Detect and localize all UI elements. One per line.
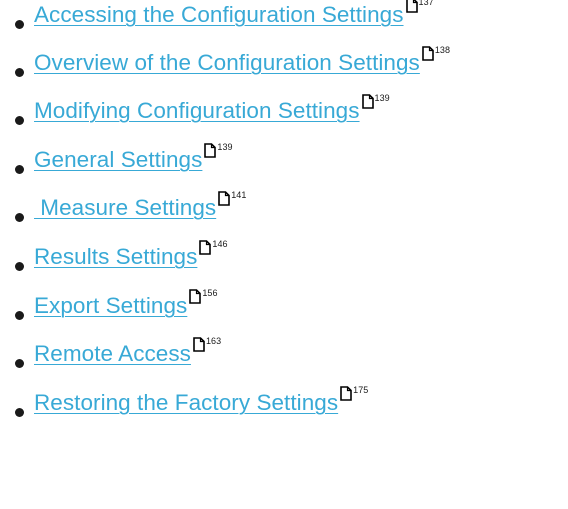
bullet — [15, 20, 24, 29]
page-icon — [340, 386, 352, 401]
bullet — [15, 311, 24, 320]
toc-link-label[interactable]: Accessing the Configuration Settings — [34, 2, 404, 27]
page-ref: 175 — [340, 386, 368, 401]
page-icon — [405, 0, 418, 13]
toc-link-label[interactable]: Measure Settings — [34, 195, 216, 220]
page-icon — [193, 337, 205, 352]
toc-link-label[interactable]: Export Settings — [34, 293, 187, 318]
page-icon — [189, 289, 202, 304]
page-icon — [204, 143, 217, 158]
page-number: 175 — [353, 385, 369, 395]
toc-link[interactable]: Measure Settings 141 — [34, 191, 246, 221]
page-number: 163 — [205, 336, 222, 346]
page-number: 141 — [231, 190, 247, 200]
page-ref: 156 — [189, 289, 217, 304]
bullet — [15, 408, 24, 417]
toc-link-label[interactable]: Modifying Configuration Settings — [34, 98, 360, 123]
bullet — [15, 116, 24, 125]
page-icon — [361, 94, 374, 109]
toc-link[interactable]: Accessing the Configuration Settings 137 — [34, 0, 434, 28]
toc-link[interactable]: Overview of the Configuration Settings 13… — [34, 46, 450, 76]
page-ref: 139 — [204, 142, 233, 158]
page-icon — [422, 46, 434, 61]
bullet — [15, 359, 24, 368]
toc-link-label[interactable]: General Settings — [34, 147, 202, 172]
toc-link[interactable]: Remote Access 163 — [34, 337, 221, 367]
toc-link-label[interactable]: Overview of the Configuration Settings — [34, 50, 420, 75]
page-number: 139 — [217, 142, 233, 152]
toc-link[interactable]: Modifying Configuration Settings 139 — [34, 94, 390, 124]
page-ref: 163 — [193, 337, 221, 352]
page-number: 138 — [434, 45, 451, 55]
page-icon — [199, 240, 212, 255]
toc-link-label[interactable]: Results Settings — [34, 244, 197, 269]
page-number: 137 — [418, 0, 434, 7]
page-ref: 141 — [218, 191, 246, 206]
toc-link[interactable]: Restoring the Factory Settings 175 — [34, 386, 368, 416]
bullet — [15, 165, 24, 174]
toc-link[interactable]: General Settings 139 — [34, 143, 233, 173]
page-icon — [218, 191, 231, 206]
toc-link[interactable]: Export Settings 156 — [34, 289, 218, 319]
toc-link[interactable]: Results Settings 146 — [34, 240, 228, 270]
page-ref: 146 — [199, 239, 228, 255]
toc-link-label[interactable]: Remote Access — [34, 341, 191, 366]
bullet — [15, 262, 24, 271]
page-ref: 137 — [405, 0, 434, 13]
bullet — [15, 68, 24, 77]
page-number: 146 — [212, 239, 228, 249]
page-number: 139 — [374, 93, 390, 103]
bullet — [15, 213, 24, 222]
page-ref: 139 — [361, 93, 390, 109]
page-ref: 138 — [422, 46, 450, 61]
toc-link-label[interactable]: Restoring the Factory Settings — [34, 390, 338, 415]
page-number: 156 — [202, 288, 218, 298]
